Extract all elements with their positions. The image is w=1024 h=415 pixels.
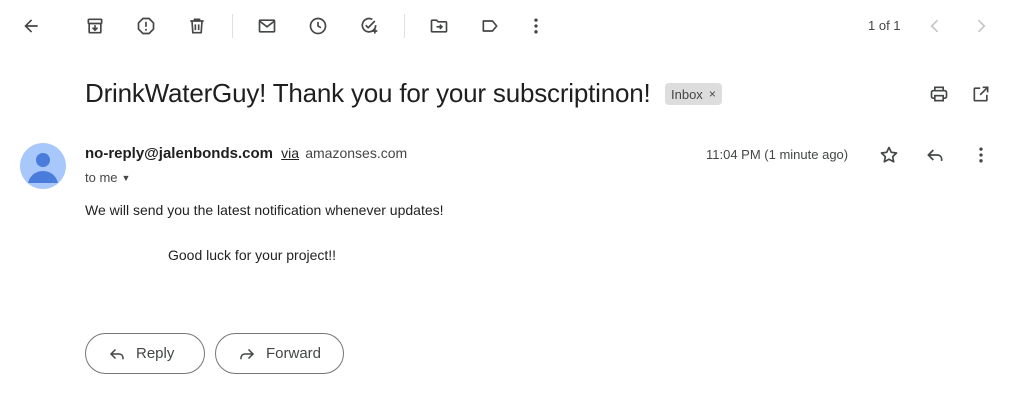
archive-button[interactable] [79,10,111,42]
pagination-count: 1 of 1 [868,18,901,33]
trash-icon [190,18,204,34]
star-icon [880,146,898,163]
inbox-label-chip[interactable]: Inbox × [665,83,722,105]
back-button[interactable] [15,10,47,42]
more-button[interactable] [520,10,552,42]
forward-button[interactable]: Forward [215,333,344,374]
move-to-button[interactable] [423,10,455,42]
sender-line: no-reply@jalenbonds.com via amazonses.co… [85,145,407,162]
label-button[interactable] [474,10,506,42]
newer-button[interactable] [919,10,951,42]
star-button[interactable] [873,139,905,171]
via-domain: amazonses.com [305,145,408,161]
forward-icon [240,348,255,359]
open-new-window-button[interactable] [965,78,997,110]
recipient-text: to me [85,170,118,185]
add-task-icon [361,17,378,34]
person-icon [28,153,58,183]
reply-button-label: Reply [136,345,175,362]
message-more-button[interactable] [965,139,997,171]
email-body-line: We will send you the latest notification… [85,202,444,218]
email-timestamp: 11:04 PM (1 minute ago) [706,147,849,162]
via-link[interactable]: via [281,145,299,161]
reply-button[interactable]: Reply [85,333,205,374]
add-task-button[interactable] [353,10,385,42]
label-chip-text: Inbox [671,86,703,102]
recipient-details-toggle[interactable]: to me ▼ [85,170,130,185]
reply-icon [109,348,124,359]
more-vertical-icon [534,18,538,34]
report-spam-icon [137,17,155,35]
sender-address[interactable]: no-reply@jalenbonds.com [85,145,273,162]
chevron-right-icon [977,19,986,33]
more-vertical-icon [979,147,983,163]
open-in-new-icon [973,86,989,102]
mail-icon [258,19,276,33]
email-subject: DrinkWaterGuy! Thank you for your subscr… [85,78,651,108]
print-icon [930,86,948,102]
email-body-line: Good luck for your project!! [168,247,337,263]
delete-button[interactable] [181,10,213,42]
arrow-left-icon [24,19,38,33]
toolbar-divider [404,14,405,38]
archive-icon [87,18,103,34]
chevron-left-icon [930,19,939,33]
avatar[interactable] [20,143,66,189]
label-icon [482,20,498,32]
snooze-button[interactable] [302,10,334,42]
forward-button-label: Forward [265,345,321,362]
older-button[interactable] [965,10,997,42]
mark-unread-button[interactable] [251,10,283,42]
reply-icon-button[interactable] [919,139,951,171]
move-to-folder-icon [430,19,448,33]
reply-icon [927,149,943,161]
clock-icon [309,17,327,35]
report-spam-button[interactable] [130,10,162,42]
remove-label-icon[interactable]: × [709,87,716,101]
print-button[interactable] [923,78,955,110]
toolbar-divider [232,14,233,38]
caret-down-icon: ▼ [121,172,131,183]
